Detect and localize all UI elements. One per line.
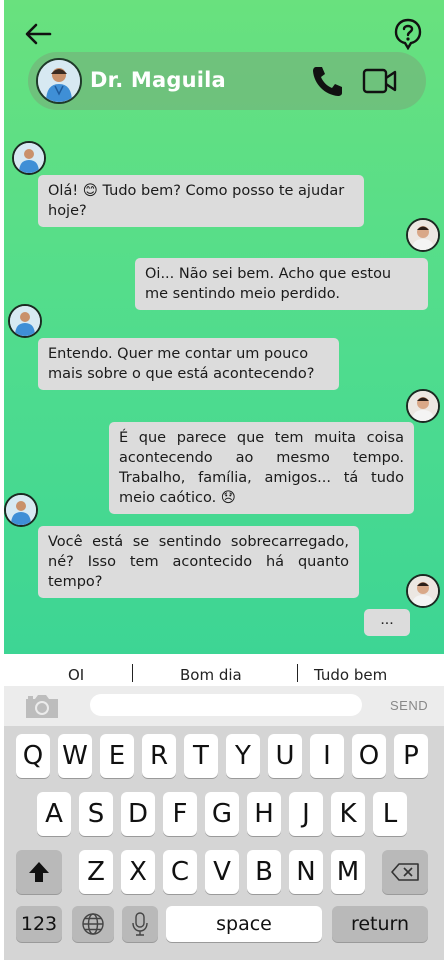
key-n[interactable]: N [289,850,323,894]
contact-avatar[interactable] [36,58,82,104]
message-bubble-doctor: Entendo. Quer me contar um pouco mais so… [38,338,339,390]
key-c[interactable]: C [163,850,197,894]
suggestion-bar: OI Bom dia Tudo bem [4,654,444,686]
send-button[interactable]: SEND [390,698,428,713]
key-p[interactable]: P [394,734,428,778]
key-y[interactable]: Y [226,734,260,778]
suggestion-oi[interactable]: OI [68,666,84,684]
phone-icon [313,67,342,96]
microphone-icon [132,912,148,936]
key-u[interactable]: U [268,734,302,778]
message-bubble-doctor: Você está se sentindo sobrecarregado, né… [38,526,359,598]
key-e[interactable]: E [100,734,134,778]
back-arrow-icon [25,23,52,45]
key-b[interactable]: B [247,850,281,894]
doctor-avatar [8,304,42,338]
backspace-key[interactable] [382,850,428,894]
camera-button[interactable] [22,692,62,720]
help-icon [394,18,422,50]
message-bubble-doctor: Olá! 😊 Tudo bem? Como posso te ajudar ho… [38,175,364,227]
key-i[interactable]: I [310,734,344,778]
key-h[interactable]: H [247,792,281,836]
chat-area: Dr. Maguila Olá! 😊 Tudo bem? Como posso … [4,0,444,654]
globe-icon [82,913,104,935]
key-d[interactable]: D [121,792,155,836]
microphone-key[interactable] [122,906,158,942]
shift-key[interactable] [16,850,62,894]
key-m[interactable]: M [331,850,365,894]
backspace-icon [391,863,419,881]
key-s[interactable]: S [79,792,113,836]
key-g[interactable]: G [205,792,239,836]
suggestion-tudo-bem[interactable]: Tudo bem [314,666,387,684]
space-key[interactable]: space [166,906,322,942]
user-avatar [406,389,440,423]
camera-icon [26,695,58,718]
key-a[interactable]: A [37,792,71,836]
globe-key[interactable] [72,906,114,942]
suggestion-bom-dia[interactable]: Bom dia [180,666,242,684]
shift-icon [29,862,49,882]
divider [132,664,133,682]
user-avatar [406,218,440,252]
key-f[interactable]: F [163,792,197,836]
key-l[interactable]: L [373,792,407,836]
doctor-avatar [4,493,38,527]
back-button[interactable] [22,18,54,50]
key-q[interactable]: Q [16,734,50,778]
key-j[interactable]: J [289,792,323,836]
video-call-button[interactable] [362,66,398,96]
key-x[interactable]: X [121,850,155,894]
doctor-avatar [12,141,46,175]
key-o[interactable]: O [352,734,386,778]
return-key[interactable]: return [332,906,428,942]
message-bubble-user: Oi... Não sei bem. Acho que estou me sen… [135,258,428,310]
key-v[interactable]: V [205,850,239,894]
numbers-key[interactable]: 123 [16,906,62,942]
key-z[interactable]: Z [79,850,113,894]
video-camera-icon [362,68,397,94]
message-bubble-user: É que parece que tem muita coisa acontec… [109,422,414,514]
contact-name: Dr. Maguila [90,68,226,92]
key-k[interactable]: K [331,792,365,836]
voice-call-button[interactable] [310,64,346,98]
user-avatar [406,574,440,608]
typing-indicator: ... [364,609,410,636]
contact-header: Dr. Maguila [28,52,426,110]
key-t[interactable]: T [184,734,218,778]
key-w[interactable]: W [58,734,92,778]
help-button[interactable] [392,18,424,50]
divider [297,664,298,682]
keyboard: SEND Q W E R T Y U I O P A S D F G H J K… [4,686,444,960]
composer-row: SEND [4,686,444,726]
key-r[interactable]: R [142,734,176,778]
message-input[interactable] [90,694,362,716]
